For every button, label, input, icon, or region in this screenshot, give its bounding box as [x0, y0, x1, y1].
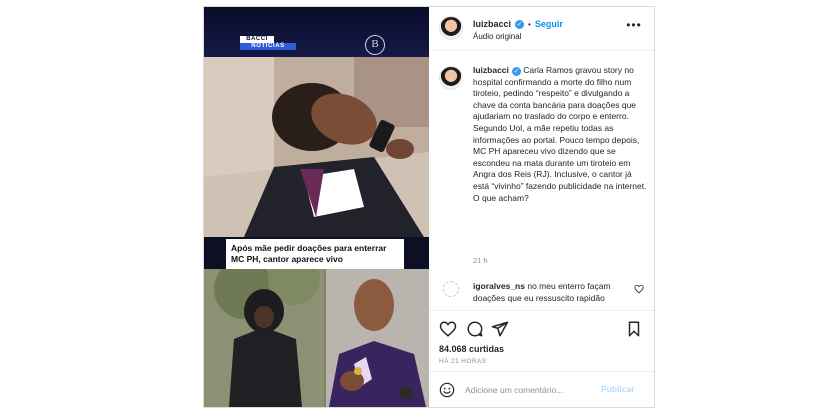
- save-bookmark-icon[interactable]: [625, 320, 643, 338]
- like-heart-icon[interactable]: [439, 320, 457, 338]
- author-avatar[interactable]: [439, 16, 463, 40]
- emoji-smiley-icon[interactable]: [439, 382, 455, 398]
- brand-seal: B: [365, 35, 385, 55]
- caption-body: Carla Ramos gravou story no hospital con…: [473, 65, 647, 203]
- comment-username[interactable]: igoralves_ns: [473, 281, 525, 291]
- add-comment-bar: Publicar: [429, 371, 654, 407]
- comments-section[interactable]: luizbacci ✓ Carla Ramos gravou story no h…: [429, 52, 654, 310]
- share-paper-plane-icon[interactable]: [491, 320, 509, 338]
- caption-username[interactable]: luizbacci: [473, 65, 509, 75]
- photo-mc-ph: [204, 269, 429, 407]
- media-banner: BACCI NOTICIAS B: [204, 7, 429, 57]
- author-line: luizbacci ✓ • Seguir: [473, 17, 563, 31]
- verified-badge-icon: ✓: [511, 67, 521, 76]
- caption-author-avatar[interactable]: [439, 66, 463, 90]
- photo-mother-on-phone: [204, 57, 429, 237]
- caption-time: 21 h: [473, 256, 488, 265]
- more-options-icon[interactable]: •••: [625, 19, 643, 33]
- audio-link[interactable]: Áudio original: [473, 32, 521, 41]
- post-actions: 84.068 curtidas HÁ 21 HORAS: [429, 310, 654, 370]
- separator-dot: •: [528, 19, 531, 29]
- post-media[interactable]: BACCI NOTICIAS B Após mãe pedir doações …: [204, 7, 429, 407]
- follow-button[interactable]: Seguir: [535, 19, 563, 29]
- likes-count[interactable]: 84.068 curtidas: [439, 344, 504, 354]
- news-logo-top: BACCI: [240, 36, 274, 43]
- news-logo-bottom: NOTICIAS: [240, 43, 296, 50]
- post-timestamp: HÁ 21 HORAS: [439, 358, 487, 365]
- publish-button[interactable]: Publicar: [601, 384, 635, 394]
- instagram-post: BACCI NOTICIAS B Após mãe pedir doações …: [203, 6, 655, 408]
- comment-item: igoralves_ns no meu enterro façam doaçõe…: [473, 281, 623, 304]
- verified-badge-icon: ✓: [515, 19, 525, 29]
- post-header: luizbacci ✓ • Seguir Áudio original •••: [429, 7, 654, 51]
- author-username[interactable]: luizbacci: [473, 19, 511, 29]
- media-overlay-caption: Após mãe pedir doações para enterrar MC …: [226, 239, 404, 269]
- comment-avatar[interactable]: [443, 281, 459, 297]
- news-logo: BACCI NOTICIAS: [240, 36, 296, 50]
- comment-bubble-icon[interactable]: [466, 320, 484, 338]
- comment-like-heart-icon[interactable]: [634, 284, 644, 294]
- post-sidebar: luizbacci ✓ • Seguir Áudio original ••• …: [429, 7, 654, 407]
- comment-input[interactable]: [465, 382, 595, 398]
- caption-text: luizbacci ✓ Carla Ramos gravou story no h…: [473, 65, 649, 204]
